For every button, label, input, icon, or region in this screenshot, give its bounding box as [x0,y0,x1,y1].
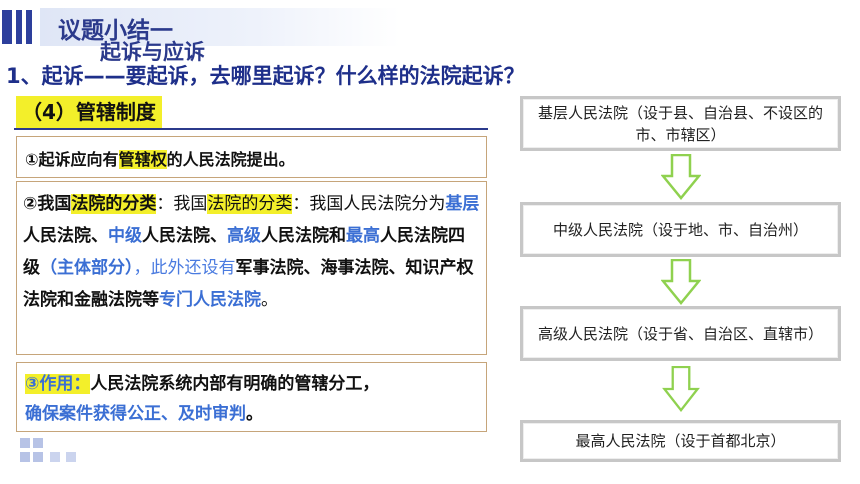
down-arrow-icon [661,259,701,305]
text-comma: ，此外还设有 [133,258,236,278]
point-1-post: 的人民法院提出。 [166,150,295,169]
point-2-box: ②我国法院的分类：我国法院的分类：我国人民法院分为基层人民法院、中级人民法院、高… [16,181,487,355]
level-high: 高级 [227,226,261,246]
flow-box-intermediate-court: 中级人民法院（设于地、市、自治州） [520,202,841,257]
text-3: 人民法院和 [261,226,346,246]
divider [14,128,488,130]
point-3-text1: 人民法院系统内部有明确的管辖分工， [90,374,380,394]
point-3-text2: 确保案件获得公正、及时审判 [25,404,246,424]
point-3-label: ③作用： [25,374,91,394]
down-arrow-icon [662,366,700,412]
flow-box-supreme-court: 最高人民法院（设于首都北京） [520,420,841,462]
point-2-mid1: ：我国 [156,194,208,214]
level-supreme: 最高 [346,226,380,246]
point-2-hl2: 法院的分类 [207,194,293,214]
flow-box-basic-court: 基层人民法院（设于县、自治县、不设区的市、市辖区） [520,96,841,151]
level-intermediate: 中级 [108,226,142,246]
question-line: 1、起诉——要起诉，去哪里起诉？什么样的法院起诉？ [6,64,525,88]
point-2-hl1: 法院的分类 [71,194,157,214]
text-1: 人民法院、 [23,226,108,246]
point-2-mid2: ：我国人民法院分为 [292,194,446,214]
point-3-box: ③作用：人民法院系统内部有明确的管辖分工， 确保案件获得公正、及时审判。 [16,362,487,432]
special-courts-label: 专门人民法院 [159,290,261,310]
text-5: 等 [142,290,159,310]
level-basic: 基层 [445,194,480,214]
text-2: 人民法院、 [142,226,227,246]
point-3-end: 。 [246,404,263,424]
flow-box-high-court: 高级人民法院（设于省、自治区、直辖市） [520,306,841,361]
point-1-highlight: 管辖权 [118,150,167,169]
text-end: 。 [261,290,278,310]
title-bars-icon [2,10,32,44]
point-2-num: ②我国 [23,194,72,214]
down-arrow-icon [661,154,701,200]
point-1-box: ①起诉应向有管辖权的人民法院提出。 [16,136,487,178]
main-part-note: （主体部分） [40,258,134,278]
section-heading: （4）管辖制度 [16,96,162,128]
point-1-pre: ①起诉应向有 [25,150,119,169]
